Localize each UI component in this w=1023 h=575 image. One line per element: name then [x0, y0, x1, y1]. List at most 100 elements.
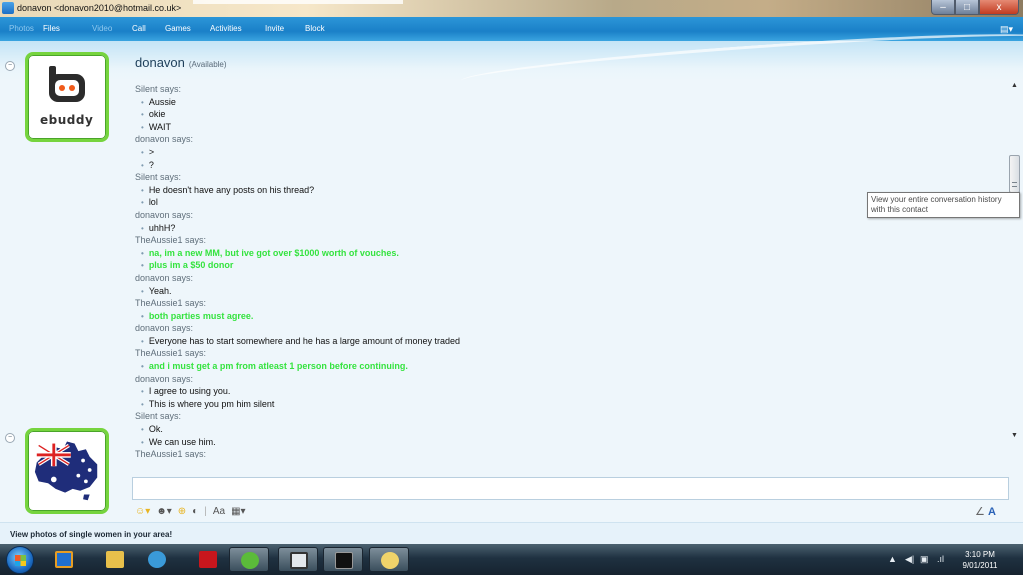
- scroll-up-arrow-icon[interactable]: ▲: [1011, 82, 1018, 89]
- wink-icon[interactable]: ☻▾: [156, 506, 172, 517]
- handwriting-icon[interactable]: ∠: [975, 506, 985, 518]
- title-highlight: [193, 0, 403, 4]
- speaker-label: donavon says:: [135, 209, 194, 220]
- speaker-label: donavon says:: [135, 272, 194, 283]
- command-prompt-task[interactable]: [323, 547, 363, 572]
- message-text: This is where you pm him silent: [148, 398, 275, 409]
- chat-message: • lol: [135, 196, 995, 209]
- menu-call[interactable]: Call: [132, 24, 146, 33]
- menu-block[interactable]: Block: [305, 24, 325, 33]
- background-icon[interactable]: ▦▾: [231, 506, 245, 517]
- message-text: >: [148, 146, 155, 157]
- toolbar-separator: |: [204, 505, 207, 517]
- window-title: donavon <donavon2010@hotmail.co.uk>: [17, 3, 182, 13]
- menu-games[interactable]: Games: [165, 24, 191, 33]
- ad-text[interactable]: View photos of single women in your area…: [10, 530, 172, 539]
- acrobat-task[interactable]: [188, 547, 228, 572]
- bullet-icon: •: [141, 110, 144, 120]
- scroll-down-arrow-icon[interactable]: ▼: [1011, 432, 1018, 439]
- chat-message: • >: [135, 146, 995, 159]
- message-text: He doesn't have any posts on his thread?: [148, 184, 315, 195]
- explorer-task[interactable]: [95, 547, 135, 572]
- clock-time: 3:10 PM: [965, 550, 995, 559]
- message-input[interactable]: [132, 477, 1009, 500]
- message-text: lol: [148, 197, 158, 208]
- user-avatar[interactable]: [25, 428, 109, 514]
- bullet-icon: •: [141, 437, 144, 447]
- messenger-app-icon: [2, 2, 14, 14]
- chat-message: •?: [135, 159, 995, 172]
- message-text: Yeah.: [148, 285, 172, 296]
- speaker-label: donavon says:: [135, 323, 194, 334]
- message-text: both parties must agree.: [148, 310, 254, 321]
- bullet-icon: •: [141, 286, 144, 296]
- action-center-icon[interactable]: ▣: [920, 554, 929, 565]
- collapse-top-avatar-button[interactable]: −: [5, 61, 15, 71]
- message-text: I agree to using you.: [148, 386, 231, 397]
- nudge-icon[interactable]: ⊕: [178, 506, 186, 517]
- internet-explorer-task[interactable]: [137, 547, 177, 572]
- message-text: uhhH?: [148, 222, 176, 233]
- text-mode-icon[interactable]: A: [988, 506, 996, 518]
- bullet-icon: •: [141, 97, 144, 107]
- chat-message: • Yeah.: [135, 285, 995, 298]
- contact-avatar[interactable]: ebuddy: [25, 52, 109, 142]
- title-bar: donavon <donavon2010@hotmail.co.uk> – □ …: [0, 0, 1023, 17]
- message-text: We can use him.: [148, 436, 216, 447]
- message-text: plus im a $50 donor: [148, 260, 234, 271]
- chat-message: • plus im a $50 donor: [135, 259, 995, 272]
- input-toolbar: ☺▾ ☻▾ ⊕ ◐ | Aa ▦▾: [135, 503, 252, 519]
- menu-files[interactable]: Files: [43, 24, 60, 33]
- bullet-icon: •: [141, 223, 144, 233]
- bullet-icon: •: [141, 185, 144, 195]
- close-button[interactable]: x: [979, 0, 1019, 15]
- conversation-history[interactable]: Silent says: • Aussie • okie • WAIT donavon say…: [135, 83, 995, 458]
- speaker-label: TheAussie1 says:: [135, 235, 207, 246]
- emoticon-icon[interactable]: ☺▾: [135, 506, 150, 517]
- bullet-icon: •: [141, 198, 144, 208]
- contact-header: donavon (Available): [135, 55, 227, 70]
- speaker-label: donavon says:: [135, 134, 194, 145]
- chat-message: • Everyone has to start somewhere and he …: [135, 335, 995, 348]
- bullet-icon: •: [141, 311, 144, 321]
- menu-invite[interactable]: Invite: [265, 24, 284, 33]
- paint-task[interactable]: [369, 547, 409, 572]
- show-hidden-icons[interactable]: ▲: [888, 554, 897, 564]
- chat-message: • uhhH?: [135, 222, 995, 235]
- contact-name: donavon: [135, 55, 185, 70]
- speaker-label: TheAussie1 says:: [135, 348, 207, 359]
- taskbar-clock[interactable]: 3:10 PM 9/01/2011: [955, 549, 1005, 571]
- maximize-button[interactable]: □: [955, 0, 979, 15]
- chat-message: • both parties must agree.: [135, 310, 995, 323]
- messenger-task[interactable]: [229, 547, 269, 572]
- chat-message: • He doesn't have any posts on his thread…: [135, 184, 995, 197]
- media-player-task[interactable]: [44, 547, 84, 572]
- voice-clip-icon[interactable]: ◐: [192, 506, 198, 517]
- window-task[interactable]: [278, 547, 318, 572]
- chat-message: • Aussie: [135, 96, 995, 109]
- bullet-icon: •: [141, 147, 144, 157]
- bullet-icon: •: [141, 336, 144, 346]
- network-signal-icon[interactable]: .ıl: [937, 554, 944, 564]
- scrollbar-grip: [1012, 182, 1017, 187]
- font-icon[interactable]: Aa: [213, 506, 225, 517]
- chat-message: • WAIT: [135, 121, 995, 134]
- volume-icon[interactable]: ◀|: [905, 554, 914, 565]
- bullet-icon: •: [141, 387, 144, 397]
- clock-date: 9/01/2011: [962, 561, 998, 570]
- menu-photos[interactable]: Photos: [9, 24, 34, 33]
- menu-activities[interactable]: Activities: [210, 24, 242, 33]
- collapse-bottom-avatar-button[interactable]: −: [5, 433, 15, 443]
- contact-status: (Available): [188, 60, 227, 69]
- start-button[interactable]: [6, 546, 34, 574]
- bullet-icon: •: [141, 362, 144, 372]
- menu-video[interactable]: Video: [92, 24, 112, 33]
- minimize-button[interactable]: –: [931, 0, 955, 15]
- chat-message: • okie: [135, 108, 995, 121]
- scrollbar-thumb[interactable]: [1009, 155, 1020, 193]
- bullet-icon: •: [141, 425, 144, 435]
- tooltip-line-1: View your entire conversation history: [871, 195, 1002, 204]
- ad-bar[interactable]: View photos of single women in your area…: [0, 522, 1023, 544]
- chat-message: • and i must get a pm from atleast 1 pers…: [135, 360, 995, 373]
- history-tooltip: View your entire conversation history wi…: [867, 192, 1020, 218]
